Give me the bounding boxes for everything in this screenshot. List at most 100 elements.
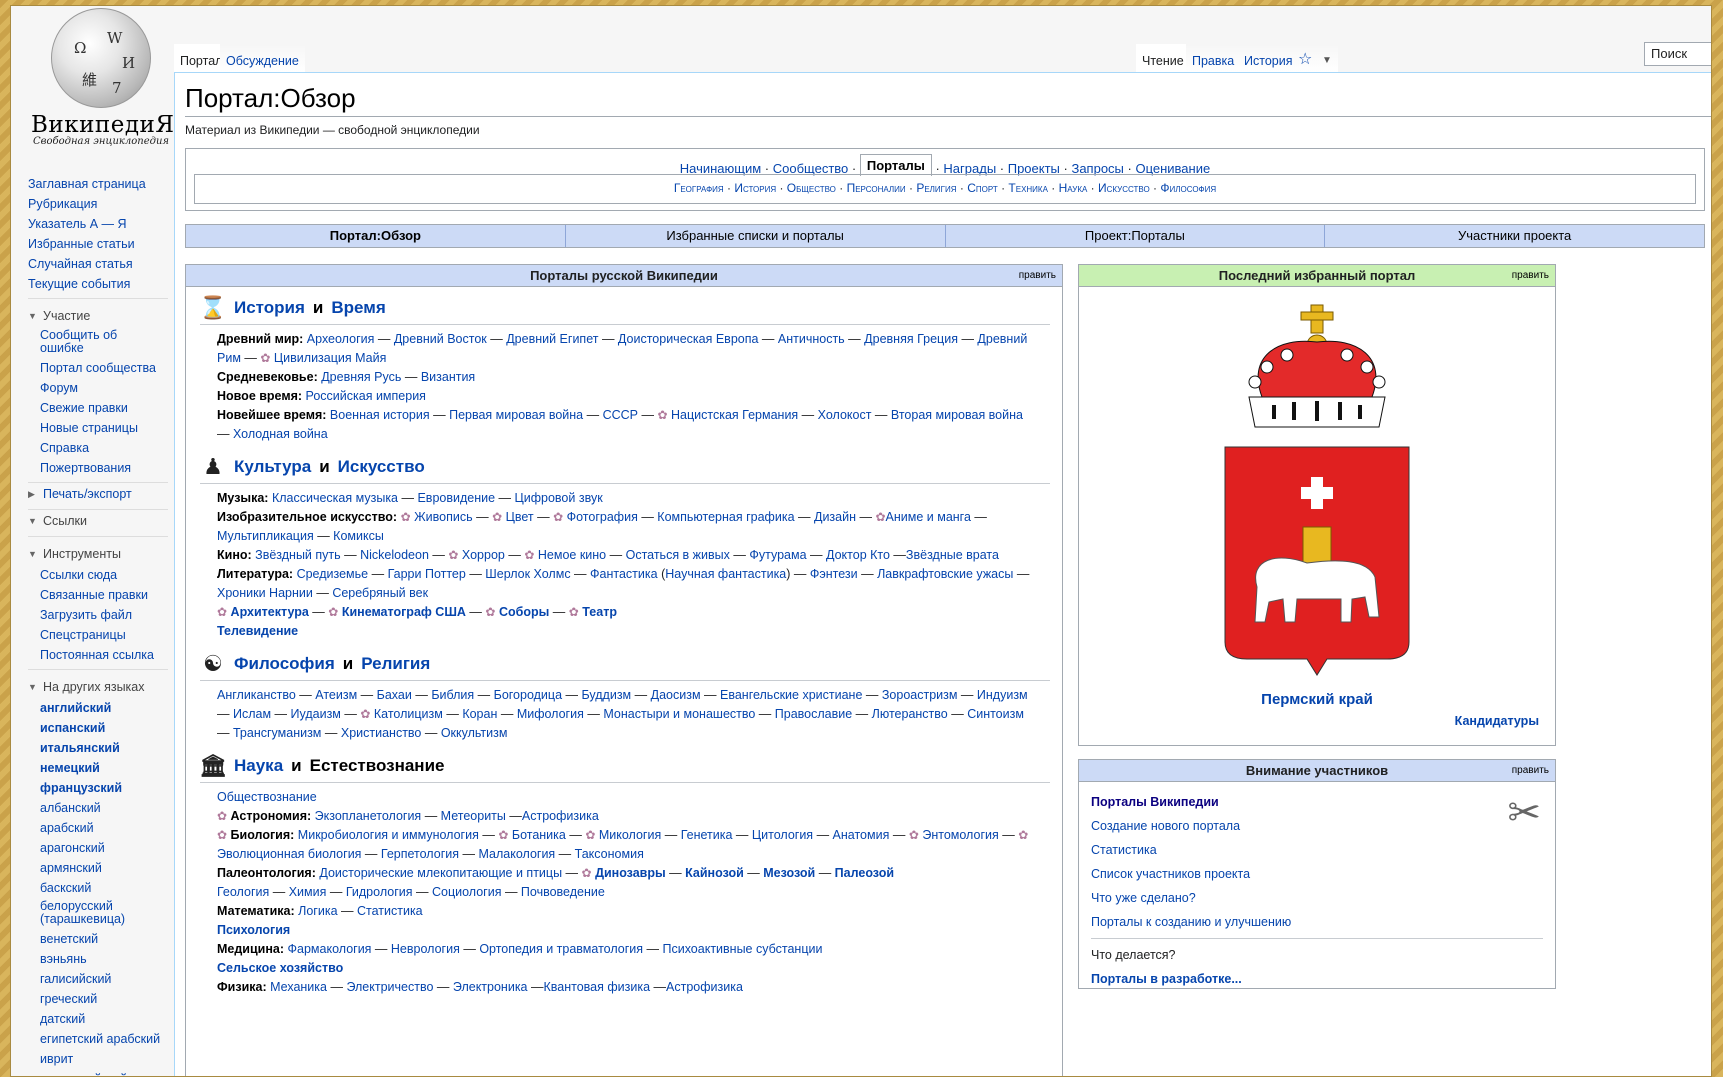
tab-talk[interactable]: Обсуждение — [220, 44, 305, 72]
main-nav: Заглавная страница Рубрикация Указатель … — [28, 174, 168, 1076]
links-heading[interactable]: ▼ Ссылки — [28, 510, 168, 532]
nav-random[interactable]: Случайная статья — [28, 254, 168, 274]
progress-link[interactable]: Порталы в разработке... — [1091, 967, 1543, 991]
attn-link[interactable]: Создание нового портала — [1091, 814, 1543, 838]
bar-project[interactable]: Проект:Порталы — [945, 225, 1326, 247]
tools-item[interactable]: Постоянная ссылка — [28, 645, 168, 665]
lang-item[interactable]: баскский — [28, 878, 168, 898]
participate-item[interactable]: Форум — [28, 378, 168, 398]
tools-item[interactable]: Спецстраницы — [28, 625, 168, 645]
candidates-link[interactable]: Кандидатуры — [1455, 714, 1539, 728]
topic-link[interactable]: Общество — [787, 181, 836, 195]
lang-item[interactable]: датский — [28, 1009, 168, 1029]
edit-link[interactable]: править — [1512, 760, 1549, 781]
lang-item[interactable]: иврит — [28, 1049, 168, 1069]
lang-item[interactable]: итальянский — [28, 738, 168, 758]
print-heading[interactable]: ▶ Печать/экспорт — [28, 483, 168, 505]
edit-link[interactable]: править — [1019, 265, 1056, 286]
lang-item[interactable]: галисийский — [28, 969, 168, 989]
topic-link[interactable]: История — [734, 181, 776, 195]
mona-lisa-icon: ♟ — [203, 453, 223, 479]
topic-link[interactable]: Наука — [1059, 181, 1088, 195]
lang-item[interactable]: арагонский — [28, 838, 168, 858]
bar-members[interactable]: Участники проекта — [1325, 225, 1704, 247]
watch-star-icon[interactable]: ☆ — [1292, 44, 1319, 72]
chevron-down-icon: ▼ — [28, 549, 37, 559]
history-section: Древний мир: Археология — Древний Восток… — [217, 332, 1028, 441]
nav-events[interactable]: Текущие события — [28, 274, 168, 294]
religion-link[interactable]: Религия — [361, 654, 430, 674]
lang-item[interactable]: египетский арабский — [28, 1029, 168, 1049]
lang-item[interactable]: албанский — [28, 798, 168, 818]
lang-item[interactable]: французский — [28, 778, 168, 798]
langs-heading[interactable]: ▼ На других языках — [28, 676, 168, 698]
tools-item[interactable]: Ссылки сюда — [28, 565, 168, 585]
attn-link[interactable]: Что уже сделано? — [1091, 886, 1543, 910]
featured-portal-link[interactable]: Пермский край — [1261, 691, 1373, 708]
edit-link[interactable]: править — [1512, 265, 1549, 286]
nav-main[interactable]: Заглавная страница — [28, 174, 168, 194]
topic-link[interactable]: Философия — [1160, 181, 1216, 195]
participate-item[interactable]: Сообщить об ошибке — [28, 327, 118, 358]
wiki-title: ВикипедиЯ — [31, 112, 175, 138]
search-input[interactable]: Поиск⌕ — [1644, 42, 1711, 66]
portals-box-title: Порталы русской Википедии — [530, 268, 718, 283]
science-link[interactable]: Наука — [234, 756, 283, 776]
tools-heading[interactable]: ▼ Инструменты — [28, 543, 168, 565]
tab-read[interactable]: Чтение — [1136, 44, 1190, 72]
topic-link[interactable]: Спорт — [967, 181, 998, 195]
bar-overview[interactable]: Портал:Обзор — [186, 225, 566, 247]
attn-link[interactable]: Порталы Википедии — [1091, 790, 1543, 814]
perm-coat-of-arms-icon[interactable] — [1079, 287, 1555, 687]
nav-featured[interactable]: Избранные статьи — [28, 234, 168, 254]
topic-link[interactable]: Религия — [916, 181, 956, 195]
time-link[interactable]: Время — [331, 298, 385, 318]
attn-link[interactable]: Статистика — [1091, 838, 1543, 862]
tab-edit[interactable]: Правка — [1186, 44, 1241, 72]
page-title: Портал:Обзор — [185, 83, 1711, 117]
lang-item[interactable]: армянский — [28, 858, 168, 878]
wikipedia-logo[interactable]: ΩW И維7 ВикипедиЯ Свободная энциклопедия — [31, 6, 175, 147]
more-dropdown-icon[interactable]: ▼ — [1316, 44, 1338, 72]
progress-label: Что делается? — [1091, 948, 1176, 962]
participate-item[interactable]: Свежие правки — [28, 398, 168, 418]
participate-item[interactable]: Новые страницы — [28, 418, 168, 438]
lang-item[interactable]: испанский — [28, 718, 168, 738]
nav-index[interactable]: Указатель А — Я — [28, 214, 168, 234]
philosophy-link[interactable]: Философия — [234, 654, 335, 674]
history-link[interactable]: История — [234, 298, 305, 318]
attn-link[interactable]: Порталы к созданию и улучшению — [1091, 910, 1543, 934]
lang-item[interactable]: английский — [28, 698, 168, 718]
chevron-down-icon: ▼ — [28, 516, 37, 526]
lang-item[interactable]: венетский — [28, 929, 168, 949]
nav-portals-current: Порталы — [859, 154, 932, 176]
lang-item[interactable]: вэньянь — [28, 949, 168, 969]
tools-icon: ✂ — [1507, 791, 1541, 835]
lang-item[interactable]: индонезийский — [28, 1069, 168, 1076]
participate-item[interactable]: Портал сообщества — [28, 358, 168, 378]
lang-item[interactable]: немецкий — [28, 758, 168, 778]
art-link[interactable]: Искусство — [338, 457, 425, 477]
nav-rubric[interactable]: Рубрикация — [28, 194, 168, 214]
columns-icon: 🏛 — [199, 752, 227, 778]
topic-link[interactable]: Техника — [1008, 181, 1048, 195]
topic-link[interactable]: Искусство — [1098, 181, 1150, 195]
participate-item[interactable]: Пожертвования — [28, 458, 168, 478]
topic-link[interactable]: Персоналии — [847, 181, 906, 195]
science-section: Обществознание ✿ Астрономия: Экзоплането… — [217, 790, 1029, 994]
portal-tabs-bar: Портал:Обзор Избранные списки и порталы … — [185, 224, 1705, 248]
tools-item[interactable]: Загрузить файл — [28, 605, 168, 625]
attn-link[interactable]: Список участников проекта — [1091, 862, 1543, 886]
topic-link[interactable]: География — [674, 181, 724, 195]
culture-link[interactable]: Культура — [234, 457, 311, 477]
lang-item[interactable]: греческий — [28, 989, 168, 1009]
participate-item[interactable]: Справка — [28, 438, 168, 458]
participate-heading[interactable]: ▼ Участие — [28, 305, 168, 327]
tab-history[interactable]: История — [1238, 44, 1299, 72]
chevron-right-icon: ▶ — [28, 489, 35, 499]
tools-item[interactable]: Связанные правки — [28, 585, 168, 605]
portal-topnav: Начинающим · Сообщество · Порталы · Нагр… — [185, 148, 1705, 211]
lang-item[interactable]: арабский — [28, 818, 168, 838]
bar-lists[interactable]: Избранные списки и порталы — [565, 225, 946, 247]
lang-item[interactable]: белорусский (тарашкевица) — [28, 898, 128, 929]
